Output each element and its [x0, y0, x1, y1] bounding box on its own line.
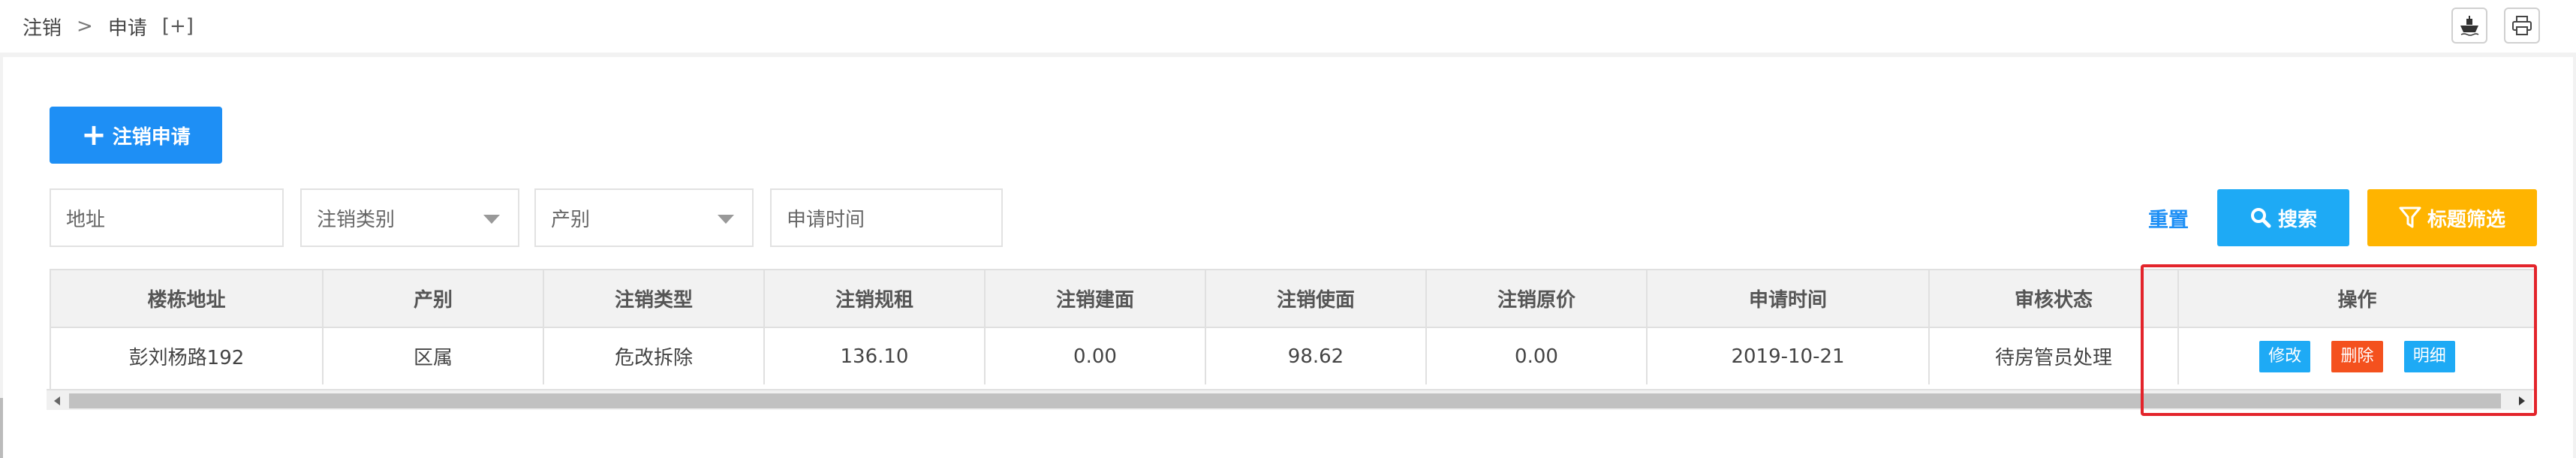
- scrollbar-thumb[interactable]: [69, 393, 2501, 408]
- title-filter-button[interactable]: 标题筛选: [2367, 189, 2537, 246]
- cancel-type-placeholder: 注销类别: [317, 208, 396, 231]
- cancellation-table: 楼栋地址 产别 注销类型 注销规租 注销建面 注销使面 注销原价 申请时间 审核…: [50, 269, 2535, 390]
- chevron-down-icon: [718, 215, 734, 224]
- header-cancel-rent[interactable]: 注销规租: [764, 270, 986, 328]
- header-review-status[interactable]: 审核状态: [1929, 270, 2179, 328]
- delete-button[interactable]: 删除: [2331, 340, 2383, 372]
- address-input[interactable]: 地址: [50, 188, 284, 247]
- cell-ownership: 区属: [323, 327, 544, 384]
- search-label: 搜索: [2277, 208, 2317, 231]
- header-build-area[interactable]: 注销建面: [985, 270, 1206, 328]
- title-filter-label: 标题筛选: [2427, 208, 2505, 231]
- search-icon: [2250, 208, 2271, 228]
- header-cancel-type[interactable]: 注销类型: [543, 270, 765, 328]
- header-actions: 操作: [2178, 270, 2535, 328]
- search-button[interactable]: 搜索: [2217, 189, 2349, 246]
- breadcrumb-current: 申请: [107, 17, 147, 40]
- cancel-type-select[interactable]: 注销类别: [300, 188, 519, 247]
- breadcrumb-root[interactable]: 注销: [23, 13, 62, 41]
- header-use-area[interactable]: 注销使面: [1205, 270, 1427, 328]
- cell-actions: 修改 删除 明细: [2178, 327, 2535, 384]
- scroll-right-icon[interactable]: [2519, 396, 2525, 405]
- plus-icon: +: [81, 118, 107, 152]
- breadcrumb: 注销 > 申请 [+]: [0, 0, 2576, 53]
- print-button[interactable]: [2504, 8, 2540, 44]
- breadcrumb-separator: >: [77, 15, 93, 38]
- horizontal-scrollbar[interactable]: [47, 389, 2532, 410]
- cell-use-area: 98.62: [1205, 327, 1427, 384]
- scroll-left-icon[interactable]: [54, 396, 60, 405]
- cell-apply-date: 2019-10-21: [1647, 327, 1930, 384]
- add-cancellation-label: 注销申请: [112, 125, 191, 149]
- edit-button[interactable]: 修改: [2259, 340, 2311, 372]
- cell-build-area: 0.00: [985, 327, 1206, 384]
- ship-button[interactable]: [2451, 8, 2487, 44]
- apply-date-input[interactable]: 申请时间: [770, 188, 1003, 247]
- header-address[interactable]: 楼栋地址: [51, 270, 324, 328]
- add-cancellation-button[interactable]: + 注销申请: [50, 107, 222, 164]
- apply-date-placeholder: 申请时间: [787, 208, 865, 231]
- header-original-price[interactable]: 注销原价: [1426, 270, 1648, 328]
- table-row[interactable]: 彭刘杨路192 区属 危改拆除 136.10 0.00 98.62 0.00 2…: [51, 327, 2535, 384]
- ownership-placeholder: 产别: [551, 208, 591, 231]
- funnel-icon: [2399, 206, 2421, 228]
- chevron-down-icon: [483, 215, 500, 224]
- breadcrumb-expand[interactable]: [+]: [162, 15, 194, 38]
- cell-address: 彭刘杨路192: [51, 327, 324, 384]
- print-icon: [2512, 16, 2532, 35]
- table-header-row: 楼栋地址 产别 注销类型 注销规租 注销建面 注销使面 注销原价 申请时间 审核…: [51, 270, 2535, 328]
- detail-button[interactable]: 明细: [2403, 340, 2455, 372]
- ownership-select[interactable]: 产别: [534, 188, 754, 247]
- cell-cancel-rent: 136.10: [764, 327, 986, 384]
- reset-button[interactable]: 重置: [2148, 203, 2189, 233]
- header-ownership[interactable]: 产别: [323, 270, 544, 328]
- cell-cancel-type: 危改拆除: [543, 327, 765, 384]
- cell-review-status: 待房管员处理: [1929, 327, 2179, 384]
- cell-original-price: 0.00: [1426, 327, 1648, 384]
- address-placeholder: 地址: [66, 208, 106, 231]
- header-apply-date[interactable]: 申请时间: [1647, 270, 1930, 328]
- left-edge-divider: [0, 398, 3, 458]
- ship-icon: [2460, 16, 2479, 36]
